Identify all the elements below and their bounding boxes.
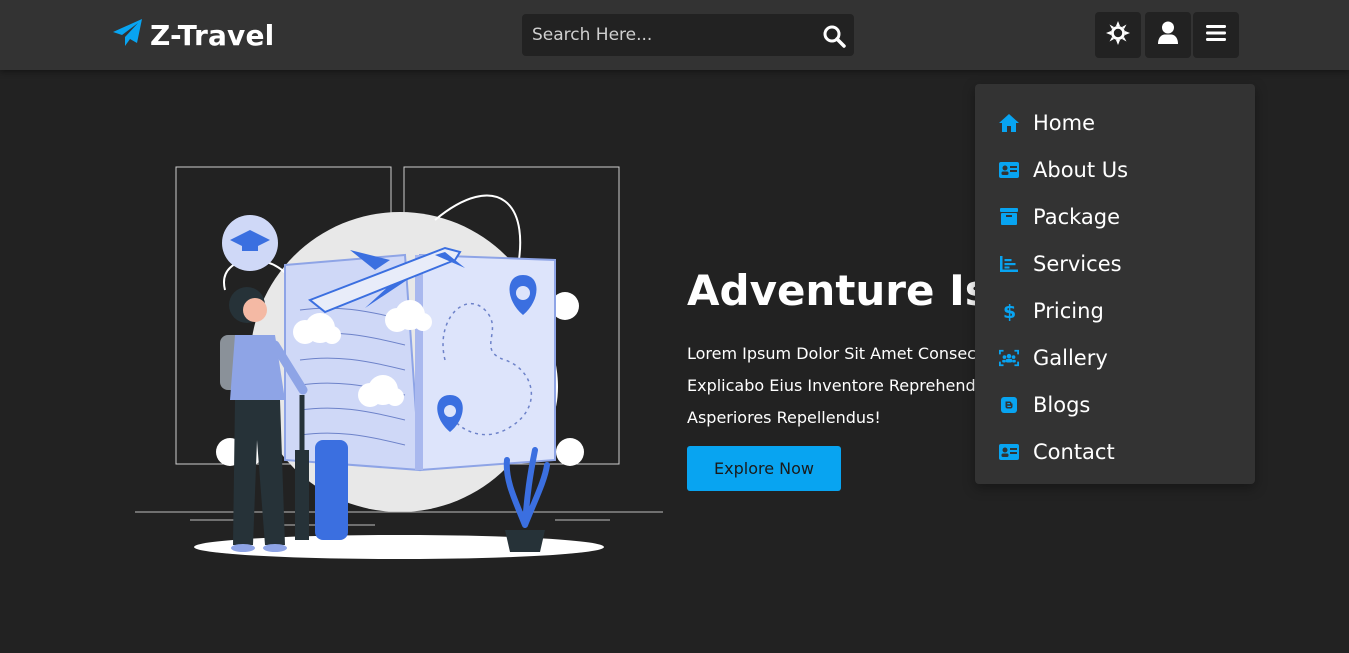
nav-item-about-us[interactable]: About Us <box>975 146 1255 193</box>
search-icon[interactable] <box>822 24 846 48</box>
user-icon <box>1157 21 1179 49</box>
nav-label-contact: Contact <box>1033 439 1115 464</box>
archive-box-icon <box>999 207 1019 227</box>
nav-label-services: Services <box>1033 251 1122 276</box>
menu-button[interactable] <box>1193 12 1239 58</box>
travel-illustration <box>135 160 665 565</box>
nav-item-contact[interactable]: Contact <box>975 428 1255 475</box>
nav-label-home: Home <box>1033 110 1096 135</box>
hero-description: Lorem Ipsum Dolor Sit Amet Consect Expli… <box>687 338 987 434</box>
nav-item-home[interactable]: Home <box>975 99 1255 146</box>
home-icon <box>999 113 1019 133</box>
nav-label-gallery: Gallery <box>1033 345 1108 370</box>
contact-card-icon <box>999 442 1019 462</box>
nav-dropdown: Home About Us Package Services $ Pricing… <box>975 84 1255 484</box>
sun-theme-icon <box>1105 20 1131 50</box>
nav-label-pricing: Pricing <box>1033 298 1104 323</box>
plane-icon <box>112 18 144 52</box>
dollar-icon: $ <box>999 301 1019 321</box>
nav-label-package: Package <box>1033 204 1121 229</box>
hero-line-1: Lorem Ipsum Dolor Sit Amet Consect <box>687 344 983 363</box>
hero-line-2: Explicabo Eius Inventore Reprehende <box>687 376 986 395</box>
nav-item-services[interactable]: Services <box>975 240 1255 287</box>
hero-line-3: Asperiores Repellendus! <box>687 408 881 427</box>
search-input[interactable] <box>522 14 802 56</box>
nav-item-gallery[interactable]: Gallery <box>975 334 1255 381</box>
nav-item-pricing[interactable]: $ Pricing <box>975 287 1255 334</box>
theme-toggle-button[interactable] <box>1095 12 1141 58</box>
nav-item-package[interactable]: Package <box>975 193 1255 240</box>
blogger-icon <box>999 395 1019 415</box>
logo-text: Z-Travel <box>150 18 275 52</box>
chart-bars-icon <box>999 254 1019 274</box>
nav-item-blogs[interactable]: Blogs <box>975 381 1255 428</box>
id-card-icon <box>999 160 1019 180</box>
users-group-icon <box>999 348 1019 368</box>
explore-now-button[interactable]: Explore Now <box>687 446 841 491</box>
user-button[interactable] <box>1145 12 1191 58</box>
logo[interactable]: Z-Travel <box>112 18 274 52</box>
header: Z-Travel <box>0 0 1349 70</box>
menu-icon <box>1206 24 1226 46</box>
search-box <box>522 14 854 56</box>
nav-label-blogs: Blogs <box>1033 392 1091 417</box>
svg-text:$: $ <box>1003 301 1015 321</box>
nav-label-about-us: About Us <box>1033 157 1129 182</box>
